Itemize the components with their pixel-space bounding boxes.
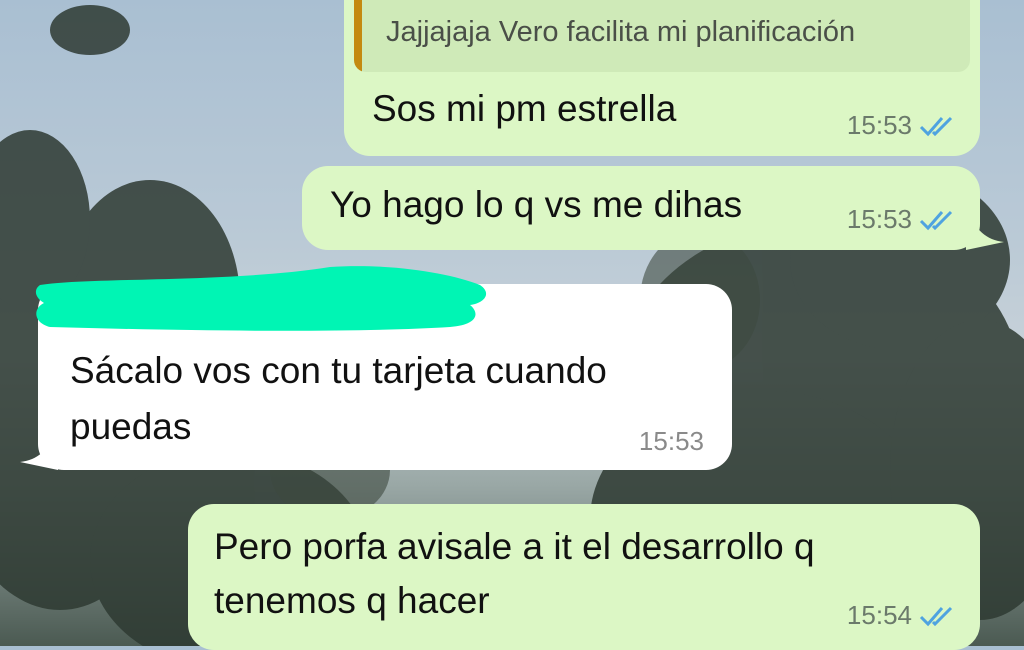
message-bubble-outgoing[interactable]: Jajjajaja Vero facilita mi planificación… <box>344 0 980 156</box>
message-time: 15:54 <box>846 600 912 630</box>
message-time: 15:53 <box>846 204 912 234</box>
message-text-line: Sácalo vos con tu tarjeta cuando <box>70 350 607 391</box>
message-text-line: Pero porfa avisale a it el desarrollo q <box>214 526 815 567</box>
message-text: Yo hago lo q vs me dihas <box>330 184 743 225</box>
message-meta: 15:54 <box>847 600 958 631</box>
message-meta: 15:53 <box>639 426 704 457</box>
double-check-read-icon <box>919 606 953 626</box>
double-check-read-icon <box>919 116 953 136</box>
double-check-read-icon <box>919 210 953 230</box>
message-text-line: tenemos q hacer <box>214 580 490 621</box>
message-bubble-outgoing[interactable]: Pero porfa avisale a it el desarrollo q … <box>188 504 980 650</box>
message-text-line: puedas <box>70 406 192 447</box>
bubble-tail <box>20 430 58 470</box>
message-bubble-outgoing[interactable]: Yo hago lo q vs me dihas 15:53 <box>302 166 980 250</box>
message-time: 15:53 <box>846 110 912 140</box>
bubble-tail <box>966 210 1004 250</box>
message-meta: 15:53 <box>847 204 958 235</box>
quoted-message[interactable]: Jajjajaja Vero facilita mi planificación <box>354 0 970 72</box>
sender-name-redaction <box>35 266 487 331</box>
message-meta: 15:53 <box>847 110 958 141</box>
message-text: Sos mi pm estrella <box>372 88 677 129</box>
message-time: 15:53 <box>638 426 704 456</box>
quote-accent-bar <box>354 0 362 72</box>
quoted-message-text: Jajjajaja Vero facilita mi planificación <box>386 16 856 48</box>
